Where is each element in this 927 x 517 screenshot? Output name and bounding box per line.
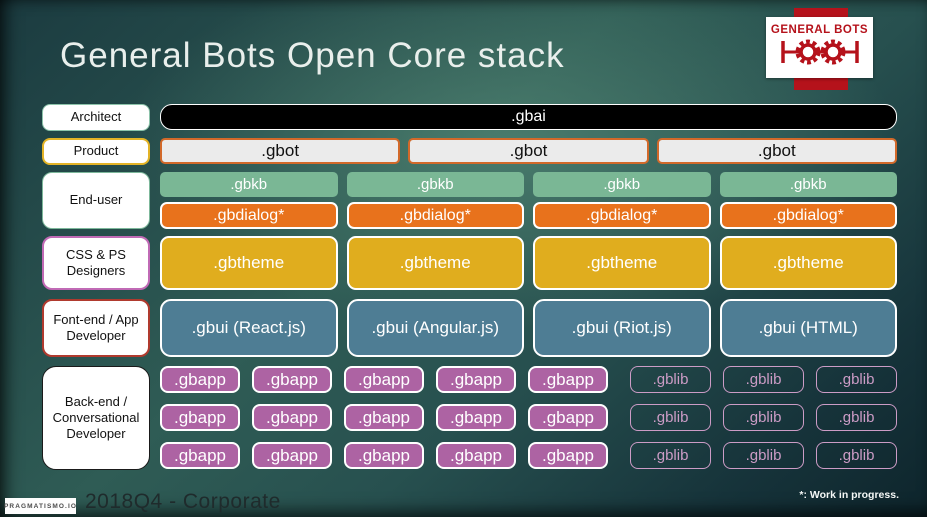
gbui-riot-box: .gbui (Riot.js): [533, 299, 711, 357]
label-product: Product: [42, 138, 150, 165]
gblib-box: .gblib: [816, 442, 897, 469]
gbdialog-box: .gbdialog*: [160, 202, 338, 229]
pragmatismo-logo: PRAGMATISMO.IO: [4, 498, 76, 514]
gbui-row: .gbui (React.js) .gbui (Angular.js) .gbu…: [160, 299, 897, 357]
gbot-box: .gbot: [160, 138, 401, 164]
gbkb-box: .gbkb: [346, 172, 524, 197]
gbui-react-box: .gbui (React.js): [160, 299, 338, 357]
label-frontend-app-developer: Font-end / App Developer: [42, 299, 150, 357]
gbai-row: .gbai: [160, 104, 897, 130]
gbapp-box: .gbapp: [252, 442, 332, 469]
gbapp-box: .gbapp: [528, 442, 608, 469]
gbapp-box: .gbapp: [160, 442, 240, 469]
gbtheme-row: .gbtheme .gbtheme .gbtheme .gbtheme: [160, 236, 897, 290]
label-css-ps-designers: CSS & PS Designers: [42, 236, 150, 290]
gbapp-box: .gbapp: [436, 442, 516, 469]
gbui-html-box: .gbui (HTML): [719, 299, 897, 357]
footer-caption: 2018Q4 - Corporate: [85, 490, 281, 513]
gbapp-box: .gbapp: [252, 366, 332, 393]
gblib-box: .gblib: [630, 442, 711, 469]
gbot-box: .gbot: [656, 138, 897, 164]
gblib-box: .gblib: [816, 366, 897, 393]
gears-icon: [778, 37, 862, 72]
gbtheme-box: .gbtheme: [160, 236, 338, 290]
gblib-box: .gblib: [723, 404, 804, 431]
gbapp-box: .gbapp: [528, 366, 608, 393]
gblib-box: .gblib: [723, 442, 804, 469]
gbkb-box: .gbkb: [160, 172, 338, 197]
gbapp-box: .gbapp: [160, 366, 240, 393]
gbot-box: .gbot: [408, 138, 649, 164]
gbui-angular-box: .gbui (Angular.js): [346, 299, 524, 357]
gbdialog-box: .gbdialog*: [719, 202, 897, 229]
backend-row: .gbapp .gbapp .gbapp .gbapp .gbapp .gbli…: [160, 366, 897, 393]
gblib-box: .gblib: [723, 366, 804, 393]
gbdialog-box: .gbdialog*: [346, 202, 524, 229]
gbapp-box: .gbapp: [252, 404, 332, 431]
gblib-box: .gblib: [630, 404, 711, 431]
gbapp-box: .gbapp: [436, 404, 516, 431]
page-title: General Bots Open Core stack: [60, 36, 565, 75]
gbtheme-box: .gbtheme: [533, 236, 711, 290]
work-in-progress-note: *: Work in progress.: [799, 489, 899, 501]
gbkb-row: .gbkb .gbkb .gbkb .gbkb: [160, 172, 897, 197]
gbdialog-box: .gbdialog*: [533, 202, 711, 229]
label-architect: Architect: [42, 104, 150, 131]
gbapp-box: .gbapp: [528, 404, 608, 431]
logo-text: GENERAL BOTS: [770, 23, 869, 36]
gbai-box: .gbai: [160, 104, 897, 130]
slide: General Bots Open Core stack GENERAL BOT…: [0, 0, 927, 517]
label-backend-conversational-developer: Back-end / Conversational Developer: [42, 366, 150, 470]
gbkb-box: .gbkb: [533, 172, 711, 197]
gblib-box: .gblib: [630, 366, 711, 393]
gbtheme-box: .gbtheme: [719, 236, 897, 290]
gblib-box: .gblib: [816, 404, 897, 431]
gbtheme-box: .gbtheme: [346, 236, 524, 290]
gbkb-box: .gbkb: [719, 172, 897, 197]
gbapp-box: .gbapp: [344, 404, 424, 431]
backend-row: .gbapp .gbapp .gbapp .gbapp .gbapp .gbli…: [160, 404, 897, 431]
label-end-user: End-user: [42, 172, 150, 229]
gbapp-box: .gbapp: [344, 442, 424, 469]
gbdialog-row: .gbdialog* .gbdialog* .gbdialog* .gbdial…: [160, 202, 897, 229]
gbapp-box: .gbapp: [160, 404, 240, 431]
backend-row: .gbapp .gbapp .gbapp .gbapp .gbapp .gbli…: [160, 442, 897, 469]
gbapp-box: .gbapp: [436, 366, 516, 393]
gbot-row: .gbot .gbot .gbot: [160, 138, 897, 164]
gbapp-box: .gbapp: [344, 366, 424, 393]
general-bots-logo: GENERAL BOTS: [766, 17, 873, 78]
